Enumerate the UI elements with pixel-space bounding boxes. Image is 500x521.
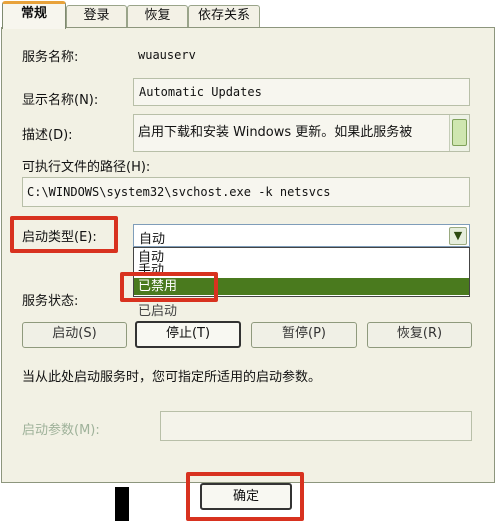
hint-text: 当从此处启动服务时，您可指定所适用的启动参数。 — [22, 370, 322, 385]
resume-button[interactable]: 恢复(R) — [367, 322, 472, 348]
start-params-field[interactable] — [160, 411, 472, 441]
description-field[interactable]: 启用下载和安装 Windows 更新。如果此服务被 — [133, 114, 470, 152]
exe-path-field: C:\WINDOWS\system32\svchost.exe -k netsv… — [22, 177, 470, 207]
pause-button[interactable]: 暂停(P) — [251, 322, 357, 348]
service-status-label: 服务状态: — [22, 294, 79, 309]
description-label: 描述(D): — [22, 128, 73, 143]
scroll-thumb[interactable] — [452, 119, 467, 146]
black-bar — [115, 487, 129, 521]
tab-logon-label: 登录 — [83, 8, 110, 23]
description-scrollbar[interactable] — [449, 115, 469, 151]
exe-path-label: 可执行文件的路径(H): — [22, 160, 151, 175]
start-button[interactable]: 启动(S) — [22, 322, 127, 348]
startup-type-value: 自动 — [139, 232, 166, 247]
service-status-value: 已启动 — [138, 304, 178, 319]
tab-recovery-label: 恢复 — [144, 8, 171, 23]
stop-button[interactable]: 停止(T) — [135, 321, 241, 348]
display-name-text: Automatic Updates — [139, 85, 262, 99]
start-params-label: 启动参数(M): — [22, 423, 100, 438]
tab-recovery[interactable]: 恢复 — [127, 5, 188, 27]
startup-type-label: 启动类型(E): — [22, 230, 97, 245]
startup-type-select[interactable]: 自动 ▼ — [133, 224, 470, 247]
exe-path-text: C:\WINDOWS\system32\svchost.exe -k netsv… — [27, 185, 331, 199]
chevron-down-icon[interactable]: ▼ — [449, 227, 467, 245]
ok-button[interactable]: 确定 — [200, 483, 292, 510]
tab-logon[interactable]: 登录 — [66, 5, 127, 27]
disabled-option-highlight — [120, 272, 218, 302]
service-name-label: 服务名称: — [22, 50, 79, 65]
tab-dependencies-label: 依存关系 — [197, 8, 250, 23]
service-name-value: wuauserv — [138, 48, 196, 62]
tab-strip: 常规 登录 恢复 依存关系 — [0, 0, 500, 29]
tab-dependencies[interactable]: 依存关系 — [188, 5, 260, 27]
display-name-field[interactable]: Automatic Updates — [133, 78, 470, 106]
tab-general[interactable]: 常规 — [2, 1, 66, 29]
description-text: 启用下载和安装 Windows 更新。如果此服务被 — [138, 125, 413, 140]
display-name-label: 显示名称(N): — [22, 93, 99, 108]
tab-general-label: 常规 — [20, 6, 47, 21]
